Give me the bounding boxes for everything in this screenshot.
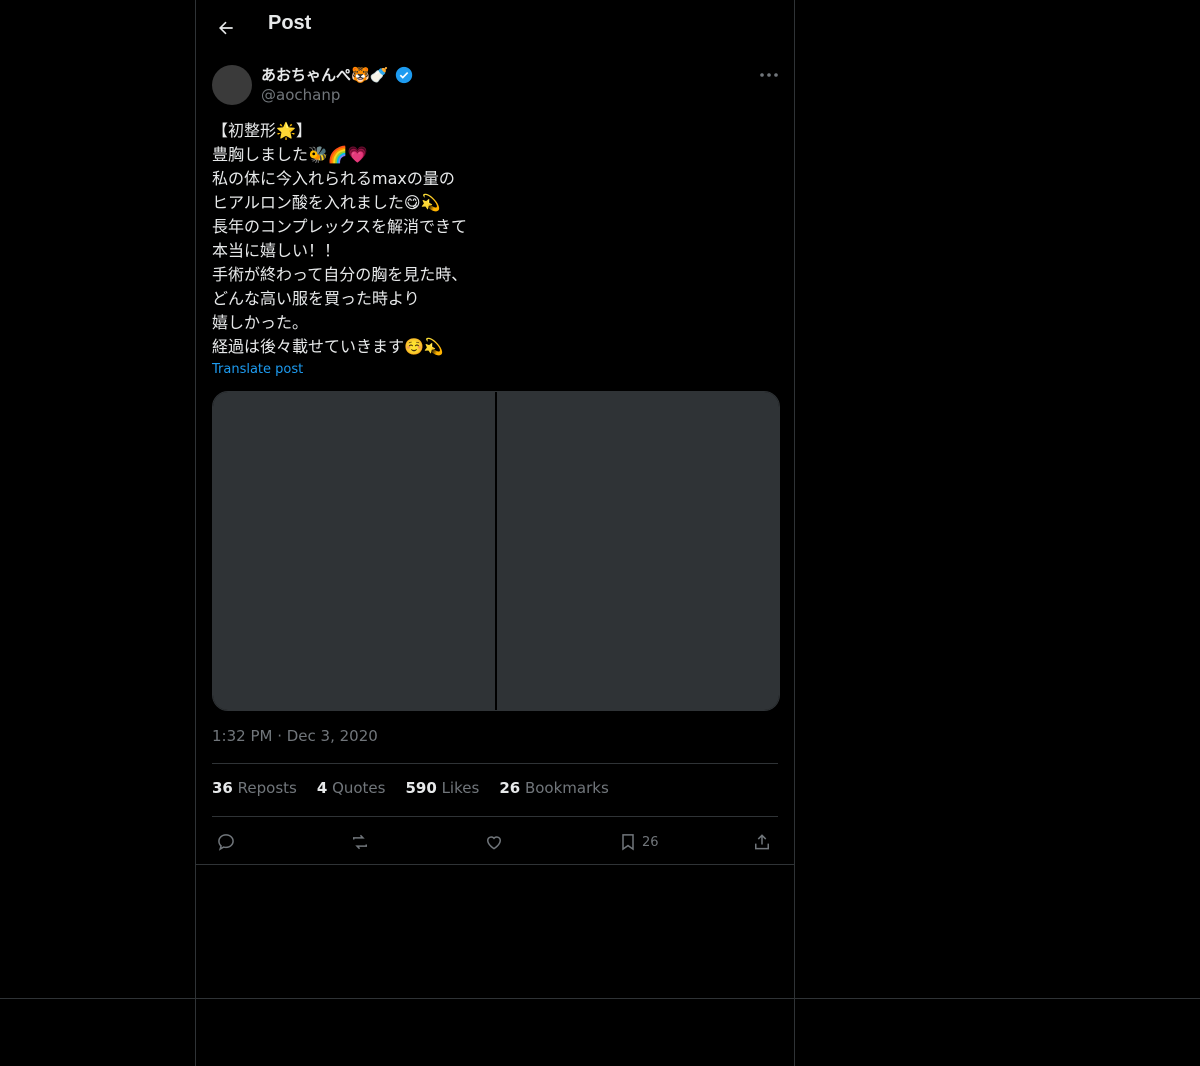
divider bbox=[212, 816, 778, 817]
repost-icon[interactable] bbox=[350, 828, 370, 856]
reply-icon[interactable] bbox=[216, 828, 236, 856]
avatar[interactable] bbox=[212, 65, 252, 105]
divider bbox=[0, 998, 1200, 999]
like-icon[interactable] bbox=[484, 828, 504, 856]
more-icon[interactable] bbox=[754, 65, 784, 85]
main-column: Post あおちゃんぺ🐯🍼 @aochanp 【初整形🌟】 豊胸しました🐝🌈💗 … bbox=[195, 0, 795, 1066]
divider bbox=[196, 864, 794, 865]
media-placeholder-right[interactable] bbox=[497, 392, 779, 710]
bookmark-icon[interactable]: 26 bbox=[618, 828, 659, 856]
author-handle[interactable]: @aochanp bbox=[261, 86, 340, 104]
bookmarks-stat[interactable]: 26 Bookmarks bbox=[499, 779, 608, 797]
post-header: Post bbox=[196, 0, 794, 54]
likes-stat[interactable]: 590 Likes bbox=[405, 779, 479, 797]
translate-post-link[interactable]: Translate post bbox=[212, 362, 303, 377]
share-icon[interactable] bbox=[752, 828, 772, 856]
quotes-stat[interactable]: 4 Quotes bbox=[317, 779, 386, 797]
back-arrow-icon[interactable] bbox=[210, 12, 242, 44]
author-name[interactable]: あおちゃんぺ🐯🍼 bbox=[261, 64, 388, 85]
reposts-stat[interactable]: 36 Reposts bbox=[212, 779, 297, 797]
engagement-stats: 36 Reposts 4 Quotes 590 Likes 26 Bookmar… bbox=[212, 779, 609, 797]
post-text: 【初整形🌟】 豊胸しました🐝🌈💗 私の体に今入れられるmaxの量の ヒアルロン酸… bbox=[212, 121, 468, 356]
verified-badge-icon bbox=[395, 66, 413, 88]
action-bar: 26 bbox=[212, 828, 778, 856]
post-media[interactable] bbox=[212, 391, 780, 711]
post-timestamp[interactable]: 1:32 PM · Dec 3, 2020 bbox=[212, 727, 378, 745]
media-placeholder-left[interactable] bbox=[213, 392, 495, 710]
bookmark-count: 26 bbox=[642, 834, 659, 850]
page-title: Post bbox=[268, 12, 312, 34]
divider bbox=[212, 763, 778, 764]
